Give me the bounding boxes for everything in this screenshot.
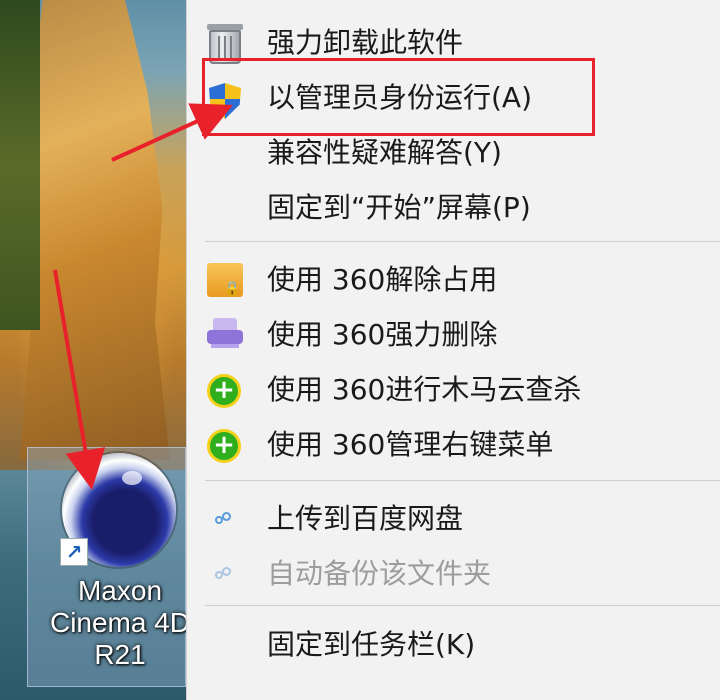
wallpaper-foliage xyxy=(0,0,40,330)
menu-item-pin-to-start[interactable]: 固定到“开始”屏幕(P) xyxy=(187,183,720,233)
menu-item-label: 使用 360管理右键菜单 xyxy=(267,428,554,461)
menu-item-label: 使用 360解除占用 xyxy=(267,263,498,296)
menu-item-pin-to-taskbar[interactable]: 固定到任务栏(K) xyxy=(187,620,720,670)
menu-separator xyxy=(205,605,720,606)
menu-item-label: 固定到任务栏(K) xyxy=(267,628,476,661)
menu-item-upload-baidu[interactable]: 上传到百度网盘 xyxy=(187,494,720,544)
wallpaper-cliff xyxy=(20,0,170,460)
menu-item-label: 使用 360强力删除 xyxy=(267,318,498,351)
menu-item-360-manage-menu[interactable]: + 使用 360管理右键菜单 xyxy=(187,420,720,470)
menu-item-360-trojan-scan[interactable]: + 使用 360进行木马云查杀 xyxy=(187,365,720,415)
menu-item-label: 固定到“开始”屏幕(P) xyxy=(267,191,531,224)
menu-item-auto-backup: 自动备份该文件夹 xyxy=(187,549,720,599)
baidu-cloud-icon xyxy=(215,567,233,581)
annotation-highlight-box xyxy=(202,58,595,136)
shortcut-arrow-icon: ↗ xyxy=(60,538,88,566)
360-shredder-icon xyxy=(207,318,243,352)
360-plus-icon: + xyxy=(207,429,241,463)
360-plus-icon: + xyxy=(207,374,241,408)
menu-item-label: 自动备份该文件夹 xyxy=(267,557,492,590)
360-unlock-folder-icon xyxy=(207,263,243,297)
menu-separator xyxy=(205,480,720,481)
menu-item-360-unlock[interactable]: 使用 360解除占用 xyxy=(187,255,720,305)
menu-item-label: 上传到百度网盘 xyxy=(267,502,464,535)
menu-separator xyxy=(205,241,720,242)
menu-item-360-force-delete[interactable]: 使用 360强力删除 xyxy=(187,310,720,360)
baidu-cloud-icon xyxy=(215,512,233,526)
menu-item-label: 使用 360进行木马云查杀 xyxy=(267,373,582,406)
desktop-wallpaper: ↗ Maxon Cinema 4D R21 xyxy=(0,0,186,700)
desktop-shortcut-label[interactable]: Maxon Cinema 4D R21 xyxy=(30,575,186,671)
